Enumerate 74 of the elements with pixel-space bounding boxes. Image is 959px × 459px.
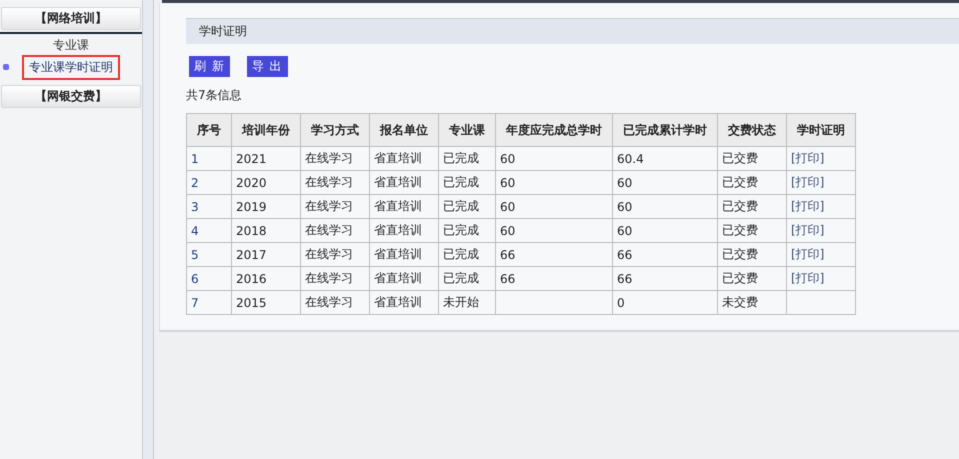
- table-cell: 2: [186, 170, 232, 194]
- table-cell: 5: [186, 242, 232, 266]
- table-cell: 66: [612, 242, 718, 266]
- table-cell: 60: [496, 194, 612, 218]
- table-cell: 在线学习: [300, 170, 370, 194]
- sidebar-item[interactable]: 专业课: [46, 32, 96, 58]
- table-cell: 4: [186, 218, 232, 242]
- table-cell: 2020: [232, 170, 300, 194]
- table-cell: 66: [612, 266, 718, 290]
- table-cell: 60: [612, 170, 718, 194]
- refresh-button[interactable]: 刷 新: [189, 56, 230, 77]
- table-cell: 省直培训: [370, 218, 438, 242]
- table-cell: 2015: [232, 290, 300, 314]
- frame-splitter[interactable]: [142, 0, 154, 459]
- record-count: 共7条信息: [186, 87, 243, 104]
- table-cell: 省直培训: [370, 146, 438, 170]
- table-cell: 2017: [232, 242, 300, 266]
- table-cell: 2019: [232, 194, 300, 218]
- sidebar-item[interactable]: 专业课学时证明: [22, 54, 120, 80]
- table-cell: 已交费: [718, 242, 786, 266]
- table-cell: 未交费: [718, 290, 786, 314]
- table-cell: 已完成: [438, 266, 496, 290]
- table-cell: 66: [496, 266, 612, 290]
- table-cell: 省直培训: [370, 290, 438, 314]
- table-cell: 已完成: [438, 218, 496, 242]
- table-cell: 省直培训: [370, 242, 438, 266]
- table-cell: 在线学习: [300, 218, 370, 242]
- table-cell: 在线学习: [300, 194, 370, 218]
- column-header: 已完成累计学时: [612, 114, 718, 146]
- table-cell: 已完成: [438, 146, 496, 170]
- table-cell: 2018: [232, 218, 300, 242]
- column-header: 交费状态: [718, 114, 786, 146]
- table-cell: 0: [612, 290, 718, 314]
- column-header: 报名单位: [370, 114, 438, 146]
- table-cell: 在线学习: [300, 242, 370, 266]
- table-cell: 60: [496, 170, 612, 194]
- table-cell: 已完成: [438, 170, 496, 194]
- table-cell: 在线学习: [300, 266, 370, 290]
- bullet-icon: [3, 64, 9, 70]
- table-cell: 未开始: [438, 290, 496, 314]
- table-cell: 7: [186, 290, 232, 314]
- section-header[interactable]: 【网络培训】: [1, 7, 141, 30]
- column-header: 序号: [186, 114, 232, 146]
- table-cell: 已完成: [438, 194, 496, 218]
- table-cell: 在线学习: [300, 290, 370, 314]
- column-header: 专业课: [438, 114, 496, 146]
- table-cell: 已交费: [718, 266, 786, 290]
- table-cell: 省直培训: [370, 266, 438, 290]
- table-cell: 在线学习: [300, 146, 370, 170]
- section-title: 学时证明: [186, 18, 959, 44]
- table-cell: 已交费: [718, 194, 786, 218]
- table-cell: 60: [496, 218, 612, 242]
- table-cell: 6: [186, 266, 232, 290]
- export-button[interactable]: 导 出: [246, 56, 288, 77]
- column-header: 学习方式: [300, 114, 370, 146]
- column-header: 培训年份: [232, 114, 300, 146]
- table-cell: 2016: [232, 266, 300, 290]
- column-header: 年度应完成总学时: [496, 114, 612, 146]
- table-cell: 60: [496, 146, 612, 170]
- table-cell: 已交费: [718, 170, 786, 194]
- table-cell: 已完成: [438, 242, 496, 266]
- table-cell: 已交费: [718, 218, 786, 242]
- table-cell: 1: [186, 146, 232, 170]
- table-cell: 省直培训: [370, 170, 438, 194]
- table-cell: 已交费: [718, 146, 786, 170]
- table-cell: 省直培训: [370, 194, 438, 218]
- table-cell: 2021: [232, 146, 300, 170]
- column-header: 学时证明: [786, 114, 856, 146]
- table-cell: 60: [612, 218, 718, 242]
- section-header[interactable]: 【网银交费】: [1, 85, 141, 108]
- table-cell: 60.4: [612, 146, 718, 170]
- table-cell: 60: [612, 194, 718, 218]
- table-cell: 66: [496, 242, 612, 266]
- table-cell: 3: [186, 194, 232, 218]
